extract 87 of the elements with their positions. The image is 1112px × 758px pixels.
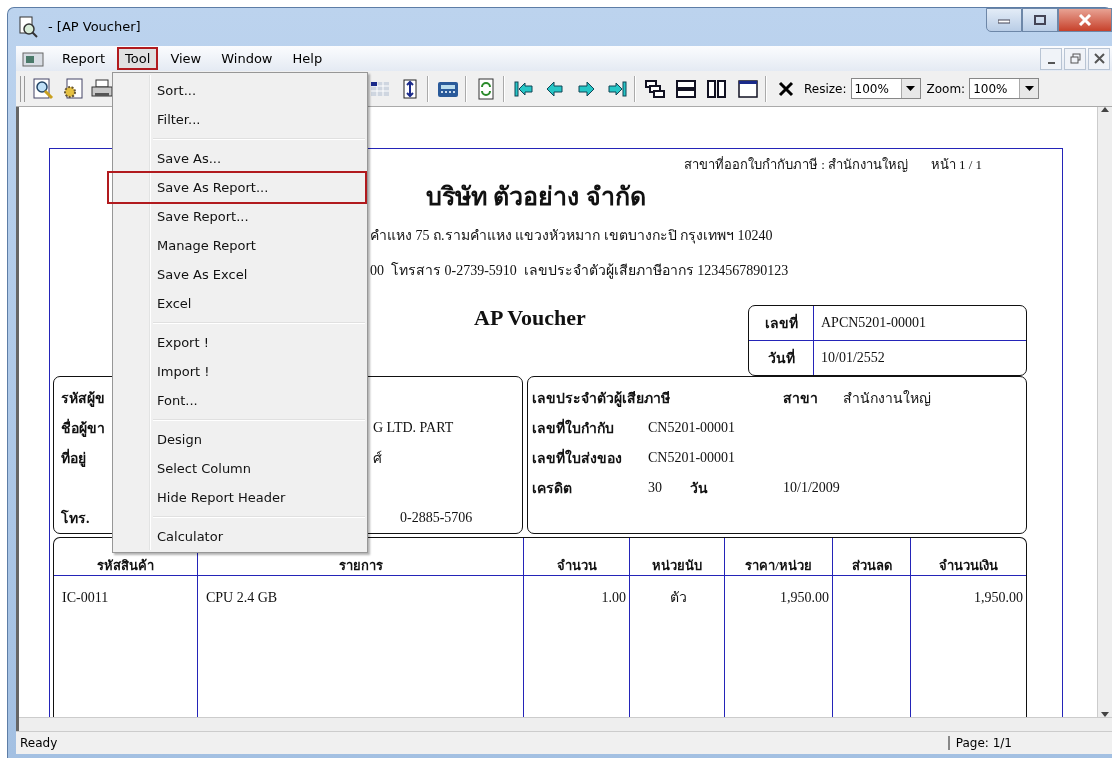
zoom-label: Zoom: bbox=[926, 81, 966, 96]
document-icon bbox=[22, 50, 46, 67]
field-label: สาขา bbox=[783, 390, 818, 408]
restore-button[interactable] bbox=[1064, 47, 1086, 70]
field-value: 10/01/2552 bbox=[820, 349, 886, 367]
resize-label: Resize: bbox=[804, 81, 847, 96]
field-value: สำนักงานใหญ่ bbox=[843, 389, 931, 408]
column-header: จำนวนเงิน bbox=[939, 558, 998, 573]
dropdown-arrow-icon bbox=[1024, 86, 1034, 91]
menu-item[interactable]: Save As Report... bbox=[109, 173, 365, 202]
field-label: รหัสผู้ข bbox=[61, 390, 105, 409]
gear-document-icon[interactable] bbox=[61, 76, 85, 101]
restore-icon bbox=[1069, 53, 1081, 64]
menu-item[interactable]: Design bbox=[113, 425, 367, 454]
maximize-button[interactable] bbox=[1022, 8, 1058, 32]
field-value: CN5201-00001 bbox=[648, 450, 736, 466]
table-cell: 1,950.00 bbox=[780, 590, 829, 605]
maximize-icon bbox=[1034, 15, 1046, 25]
menu-item[interactable]: Help bbox=[284, 47, 331, 70]
field-value: ศ์ bbox=[373, 449, 382, 468]
table-cell: 1.00 bbox=[601, 590, 626, 605]
dropdown-arrow-icon bbox=[906, 86, 915, 91]
menu-item[interactable]: View bbox=[162, 47, 210, 70]
column-header: ราคา/หน่วย bbox=[745, 558, 812, 573]
table-cell: IC-0011 bbox=[62, 590, 109, 605]
preview-icon[interactable] bbox=[31, 76, 55, 101]
menu-item[interactable]: Excel bbox=[113, 289, 367, 318]
field-value: 30 bbox=[648, 480, 662, 496]
menu-item[interactable]: Save Report... bbox=[113, 202, 367, 231]
status-text: Ready bbox=[19, 736, 58, 750]
field-value: G LTD. PART bbox=[373, 420, 454, 436]
company-name: บริษัท ตัวอย่าง จำกัด bbox=[426, 182, 646, 212]
menu-item[interactable]: Export ! bbox=[113, 328, 367, 357]
field-label: เครดิต bbox=[532, 480, 572, 498]
field-label: เลขประจำตัวผู้เสียภาษี bbox=[532, 390, 670, 409]
table-cell: 1,950.00 bbox=[974, 590, 1023, 605]
column-header: หน่วยนับ bbox=[652, 558, 702, 573]
window-title: - [AP Voucher] bbox=[48, 19, 141, 34]
vertical-scrollbar[interactable] bbox=[1097, 107, 1112, 717]
table-cell: ตัว bbox=[670, 590, 687, 605]
field-label: วันที่ bbox=[749, 341, 814, 375]
field-label: ที่อยู่ bbox=[61, 447, 86, 469]
minimize-button[interactable] bbox=[1040, 47, 1062, 70]
menu-item[interactable]: Filter... bbox=[113, 105, 367, 134]
field-label: เลขที่ใบส่งของ bbox=[532, 447, 622, 469]
field-label: ชื่อผู้ขา bbox=[61, 417, 105, 439]
field-value: 10/1/2009 bbox=[783, 480, 840, 496]
menu-item[interactable]: Import ! bbox=[113, 357, 367, 386]
column-header: รหัสสินค้า bbox=[97, 558, 154, 573]
field-label: เลขที่ใบกำกับ bbox=[532, 417, 614, 439]
close-button[interactable] bbox=[1088, 47, 1110, 70]
column-header: ส่วนลด bbox=[851, 558, 892, 573]
field-label: วัน bbox=[690, 480, 708, 498]
menu-item[interactable]: Font... bbox=[113, 386, 367, 415]
menu-item[interactable]: Save As Excel bbox=[113, 260, 367, 289]
horizontal-scrollbar[interactable] bbox=[19, 717, 1112, 731]
company-contact: 00 โทรสาร 0-2739-5910 เลขประจำตัวผู้เสียภาษีอากร 1234567890123 bbox=[370, 261, 789, 281]
field-value: CN5201-00001 bbox=[648, 420, 736, 436]
field-label: เลขที่ bbox=[749, 306, 814, 341]
menu-item[interactable]: Select Column bbox=[113, 454, 367, 483]
menu-item[interactable]: Sort... bbox=[113, 76, 367, 105]
branch-label: สาขาที่ออกใบกำกับภาษี : สำนักงานใหญ่ bbox=[684, 155, 909, 174]
minimize-icon bbox=[1047, 61, 1055, 64]
menu-item[interactable]: Save As... bbox=[113, 144, 367, 173]
menu-item[interactable]: Report bbox=[54, 47, 114, 70]
page-number: หน้า 1 / 1 bbox=[930, 155, 982, 174]
company-address: คำแหง 75 ถ.รามคำแหง แขวงหัวหมาก เขตบางกะปิ กรุงเทพฯ 10240 bbox=[370, 227, 773, 246]
field-label: โทร. bbox=[61, 508, 90, 528]
column-header: จำนวน bbox=[556, 558, 597, 573]
close-icon bbox=[1093, 53, 1105, 64]
field-value: APCN5201-00001 bbox=[814, 306, 1026, 341]
minimize-icon bbox=[998, 16, 1010, 24]
app-icon bbox=[18, 15, 38, 38]
menu-item[interactable]: Hide Report Header bbox=[113, 483, 367, 512]
column-header: รายการ bbox=[338, 558, 383, 573]
zoom-dropdown[interactable]: 100% bbox=[969, 78, 1040, 99]
document-title: AP Voucher bbox=[474, 305, 586, 330]
field-value: 0-2885-5706 bbox=[399, 510, 473, 526]
menu-item[interactable]: Window bbox=[213, 47, 281, 70]
menu-item[interactable]: Tool bbox=[117, 47, 159, 70]
resize-dropdown[interactable]: 100% bbox=[850, 78, 921, 99]
close-button[interactable] bbox=[1058, 8, 1112, 32]
menu-item[interactable]: Calculator bbox=[113, 522, 367, 551]
close-icon bbox=[1078, 14, 1092, 26]
page-indicator: Page: 1/1 bbox=[947, 736, 1112, 750]
table-cell: CPU 2.4 GB bbox=[206, 590, 278, 605]
menu-item[interactable]: Manage Report bbox=[113, 231, 367, 260]
